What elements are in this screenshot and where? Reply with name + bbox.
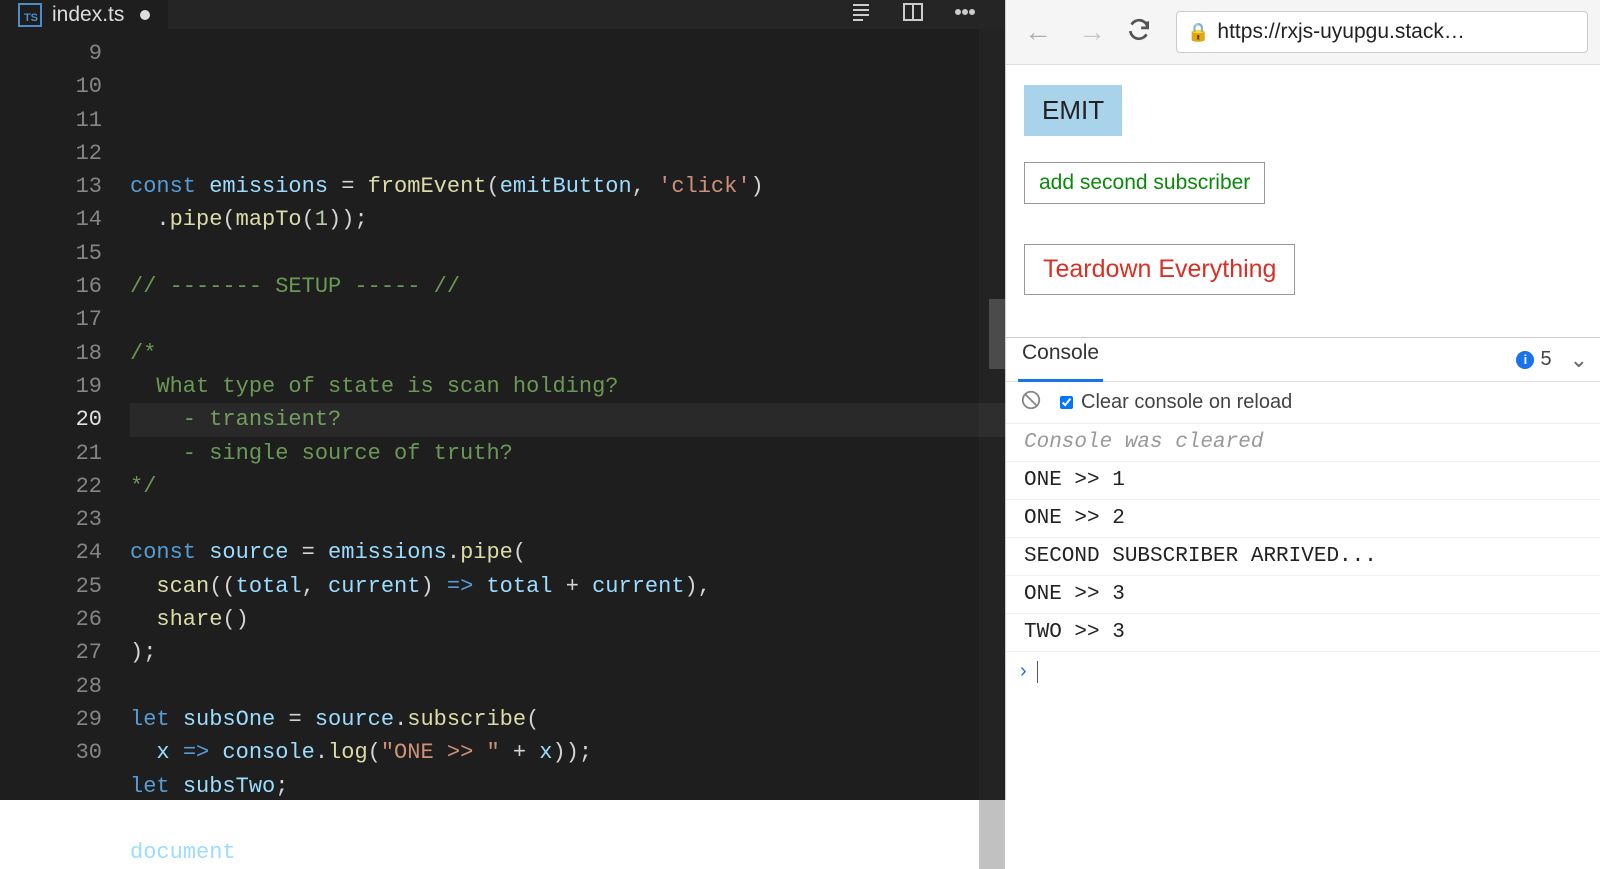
code-line[interactable]: // ------- SETUP ----- // bbox=[130, 270, 1005, 303]
reload-button-icon[interactable] bbox=[1126, 17, 1152, 48]
code-editor-pane: TS index.ts 9101112131415161718192021222… bbox=[0, 0, 1005, 800]
active-line-highlight bbox=[130, 403, 1005, 436]
code-line[interactable] bbox=[130, 670, 1005, 703]
emit-button[interactable]: EMIT bbox=[1024, 85, 1122, 136]
console-tab[interactable]: Console bbox=[1018, 338, 1103, 382]
chevron-down-icon[interactable]: ⌄ bbox=[1570, 347, 1588, 373]
console-log-entry: ONE >> 3 bbox=[1006, 576, 1600, 614]
line-number: 12 bbox=[0, 137, 102, 170]
code-line[interactable]: /* bbox=[130, 337, 1005, 370]
list-icon[interactable] bbox=[849, 0, 873, 29]
editor-tabbar: TS index.ts bbox=[0, 0, 1005, 29]
editor-tab-title: index.ts bbox=[52, 3, 124, 27]
info-icon: i bbox=[1516, 351, 1534, 369]
code-line[interactable]: scan((total, current) => total + current… bbox=[130, 570, 1005, 603]
console-header: Console i 5 ⌄ bbox=[1006, 338, 1600, 382]
line-number: 20 bbox=[0, 403, 102, 436]
line-number: 25 bbox=[0, 570, 102, 603]
console-message-count: i 5 bbox=[1516, 348, 1551, 371]
split-editor-icon[interactable] bbox=[901, 0, 925, 29]
line-number: 19 bbox=[0, 370, 102, 403]
line-number-gutter: 9101112131415161718192021222324252627282… bbox=[0, 37, 130, 869]
console-log-entry: ONE >> 1 bbox=[1006, 462, 1600, 500]
secure-lock-icon: 🔒 bbox=[1187, 22, 1209, 43]
clear-console-icon[interactable] bbox=[1020, 389, 1042, 417]
rendered-page: EMIT add second subscriber Teardown Ever… bbox=[1006, 65, 1600, 315]
code-line[interactable]: x => console.log("ONE >> " + x)); bbox=[130, 736, 1005, 769]
line-number: 29 bbox=[0, 703, 102, 736]
code-line[interactable] bbox=[130, 303, 1005, 336]
console-log-entry: TWO >> 3 bbox=[1006, 614, 1600, 652]
line-number: 26 bbox=[0, 603, 102, 636]
code-line[interactable] bbox=[130, 237, 1005, 270]
code-line[interactable]: - single source of truth? bbox=[130, 437, 1005, 470]
code-area[interactable]: 9101112131415161718192021222324252627282… bbox=[0, 29, 1005, 869]
console-log-list: Console was clearedONE >> 1ONE >> 2SECON… bbox=[1006, 424, 1600, 652]
line-number: 22 bbox=[0, 470, 102, 503]
console-prompt-icon: › bbox=[1020, 660, 1027, 683]
line-number: 9 bbox=[0, 37, 102, 70]
code-line[interactable] bbox=[130, 803, 1005, 836]
line-number: 24 bbox=[0, 536, 102, 569]
code-line[interactable]: */ bbox=[130, 470, 1005, 503]
console-input-row[interactable]: › bbox=[1006, 652, 1600, 691]
unsaved-indicator-icon bbox=[140, 10, 150, 20]
line-number: 28 bbox=[0, 670, 102, 703]
console-input-caret bbox=[1037, 661, 1038, 683]
url-bar[interactable]: 🔒 https://rxjs-uyupgu.stack… bbox=[1176, 11, 1588, 53]
line-number: 21 bbox=[0, 437, 102, 470]
line-number: 15 bbox=[0, 237, 102, 270]
url-text: https://rxjs-uyupgu.stack… bbox=[1217, 20, 1464, 44]
devtools-console: Console i 5 ⌄ Clear console on reload Co… bbox=[1006, 337, 1600, 691]
console-toolbar: Clear console on reload bbox=[1006, 382, 1600, 424]
clear-on-reload-input[interactable] bbox=[1060, 396, 1073, 409]
console-count-value: 5 bbox=[1540, 348, 1551, 371]
code-line[interactable]: ); bbox=[130, 636, 1005, 669]
line-number: 14 bbox=[0, 203, 102, 236]
code-line[interactable] bbox=[130, 137, 1005, 170]
code-line[interactable]: let subsTwo; bbox=[130, 770, 1005, 803]
line-number: 23 bbox=[0, 503, 102, 536]
code-line[interactable]: const source = emissions.pipe( bbox=[130, 536, 1005, 569]
clear-on-reload-label: Clear console on reload bbox=[1081, 391, 1292, 414]
line-number: 10 bbox=[0, 70, 102, 103]
line-number: 11 bbox=[0, 104, 102, 137]
code-line[interactable]: const emissions = fromEvent(emitButton, … bbox=[130, 170, 1005, 203]
forward-button-icon[interactable]: → bbox=[1072, 16, 1112, 48]
line-number: 27 bbox=[0, 636, 102, 669]
code-line[interactable]: What type of state is scan holding? bbox=[130, 370, 1005, 403]
editor-tab-active[interactable]: TS index.ts bbox=[0, 0, 168, 29]
line-number: 18 bbox=[0, 337, 102, 370]
code-line[interactable]: document bbox=[130, 836, 1005, 869]
clear-on-reload-checkbox[interactable]: Clear console on reload bbox=[1060, 391, 1292, 414]
typescript-file-icon: TS bbox=[18, 3, 42, 27]
more-actions-icon[interactable] bbox=[953, 0, 977, 29]
browser-nav-toolbar: ← → 🔒 https://rxjs-uyupgu.stack… bbox=[1006, 0, 1600, 65]
line-number: 13 bbox=[0, 170, 102, 203]
console-log-entry: ONE >> 2 bbox=[1006, 500, 1600, 538]
line-number: 17 bbox=[0, 303, 102, 336]
code-line[interactable]: share() bbox=[130, 603, 1005, 636]
code-line[interactable] bbox=[130, 503, 1005, 536]
code-line[interactable]: let subsOne = source.subscribe( bbox=[130, 703, 1005, 736]
editor-tabbar-actions bbox=[849, 0, 1005, 29]
line-number: 30 bbox=[0, 736, 102, 769]
code-line[interactable]: .pipe(mapTo(1)); bbox=[130, 203, 1005, 236]
teardown-button[interactable]: Teardown Everything bbox=[1024, 244, 1295, 295]
add-subscriber-button[interactable]: add second subscriber bbox=[1024, 162, 1265, 204]
browser-preview-pane: ← → 🔒 https://rxjs-uyupgu.stack… EMIT ad… bbox=[1005, 0, 1600, 800]
console-cleared-message: Console was cleared bbox=[1006, 424, 1600, 462]
code-content[interactable]: const emissions = fromEvent(emitButton, … bbox=[130, 37, 1005, 869]
back-button-icon[interactable]: ← bbox=[1018, 16, 1058, 48]
console-log-entry: SECOND SUBSCRIBER ARRIVED... bbox=[1006, 538, 1600, 576]
line-number: 16 bbox=[0, 270, 102, 303]
